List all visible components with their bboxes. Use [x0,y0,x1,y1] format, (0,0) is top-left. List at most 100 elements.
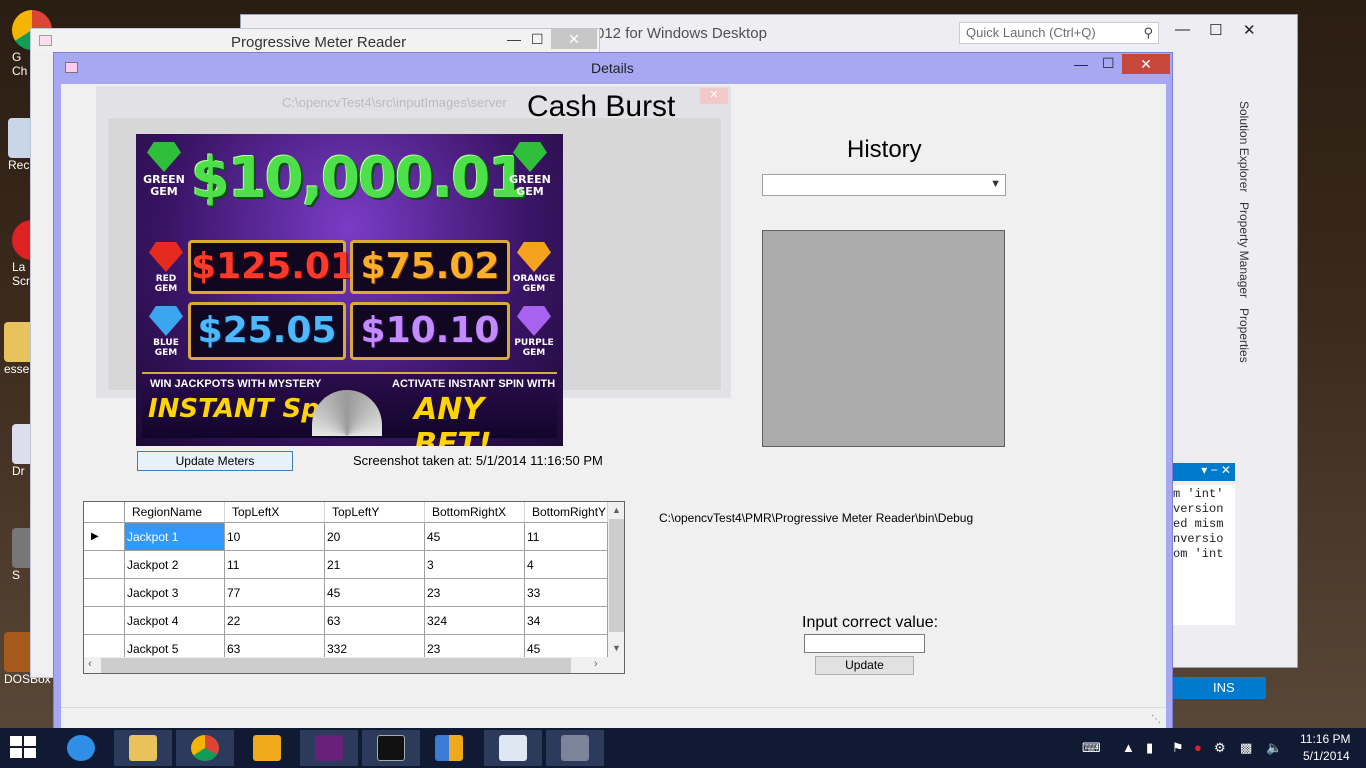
column-header[interactable]: BottomRightX [425,502,525,523]
maximize-icon[interactable]: ☐ [531,31,544,48]
app-icon [39,35,52,46]
scroll-up-icon[interactable]: ▲ [612,505,621,515]
windows-logo-icon [10,736,22,746]
gear-icon[interactable]: ⚙ [1214,740,1226,756]
history-dropdown[interactable]: ▼ [762,174,1006,196]
table-cell[interactable]: 23 [425,579,525,607]
row-header[interactable] [84,579,125,607]
start-button[interactable] [10,736,38,760]
close-icon: ✕ [700,88,728,104]
table-row[interactable]: Jackpot 2 11 21 3 4 [84,551,608,579]
pmr-titlebar: Progressive Meter Reader — ☐ ✕ [31,29,599,53]
close-button[interactable]: ✕ [551,29,597,49]
update-button[interactable]: Update [815,656,914,675]
search-icon[interactable]: ⚲ [1143,25,1153,41]
resize-grip-icon[interactable]: ⋱ [1151,714,1161,725]
taskbar-file-explorer[interactable] [114,730,172,766]
file-explorer-icon [129,735,157,761]
power-icon[interactable]: ▮ [1146,740,1153,756]
table-cell[interactable]: 33 [525,579,608,607]
scrollbar-thumb[interactable] [609,519,624,632]
app-icon [65,62,78,73]
taskbar-window[interactable] [546,730,604,766]
taskbar-document[interactable] [484,730,542,766]
column-header[interactable]: TopLeftY [325,502,425,523]
clock-date[interactable]: 5/1/2014 [1303,749,1350,763]
close-button[interactable]: ✕ [1122,54,1170,74]
table-cell[interactable]: 21 [325,551,425,579]
green-gem-icon [147,142,181,172]
column-header[interactable]: RegionName [125,502,225,523]
table-cell[interactable]: 63 [325,607,425,635]
scroll-down-icon[interactable]: ▼ [612,643,621,653]
taskbar-control-panel[interactable] [420,730,478,766]
minimize-icon[interactable]: — [1175,21,1190,38]
minimize-icon[interactable]: — [1074,56,1088,72]
vs-status-ins: INS [1173,677,1266,699]
internet-explorer-icon [67,735,95,761]
jackpot-purple-meter: $10.10 [350,302,510,360]
table-cell[interactable]: Jackpot 3 [125,579,225,607]
tab-solution-explorer[interactable]: Solution Explorer [1237,101,1251,192]
table-cell[interactable]: 45 [425,523,525,551]
pmr-title: Progressive Meter Reader [231,34,407,51]
update-meters-button[interactable]: Update Meters [137,451,293,471]
scroll-right-icon[interactable]: › [594,658,598,670]
window-icon [561,735,589,761]
table-cell[interactable]: 45 [325,579,425,607]
table-cell[interactable]: 10 [225,523,325,551]
column-header[interactable]: BottomRightY [525,502,608,523]
region-grid[interactable]: RegionName TopLeftX TopLeftY BottomRight… [83,501,625,674]
keyboard-icon[interactable]: ⌨ [1082,740,1101,756]
correct-value-input[interactable] [804,634,925,653]
maximize-icon[interactable]: ☐ [1102,55,1115,72]
table-cell[interactable]: 34 [525,607,608,635]
table-cell[interactable]: 77 [225,579,325,607]
scrollbar-thumb[interactable] [101,658,571,673]
jackpot-orange-meter: $75.02 [350,240,510,294]
row-header[interactable] [84,607,125,635]
quick-launch-input[interactable]: Quick Launch (Ctrl+Q) ⚲ [959,22,1159,44]
table-row[interactable]: Jackpot 4 22 63 324 34 [84,607,608,635]
table-row[interactable]: Jackpot 3 77 45 23 33 [84,579,608,607]
table-cell[interactable]: Jackpot 1 [125,523,225,551]
tab-properties[interactable]: Properties [1237,308,1251,363]
control-panel-icon [435,735,463,761]
table-cell[interactable]: Jackpot 4 [125,607,225,635]
taskbar-winamp[interactable] [238,730,296,766]
grid-corner-header[interactable] [84,502,125,523]
table-cell[interactable]: 324 [425,607,525,635]
table-cell[interactable]: 11 [225,551,325,579]
table-cell[interactable]: 20 [325,523,425,551]
taskbar-internet-explorer[interactable] [52,730,110,766]
vertical-scrollbar[interactable]: ▲ ▼ [608,502,624,657]
app-tray-icon[interactable]: ● [1194,740,1202,755]
chevron-up-icon[interactable]: ▲ [1122,740,1135,755]
tab-property-manager[interactable]: Property Manager [1237,202,1251,298]
scroll-left-icon[interactable]: ‹ [88,658,92,670]
maximize-icon[interactable]: ☐ [1209,21,1222,39]
quick-launch-placeholder: Quick Launch (Ctrl+Q) [966,25,1096,40]
table-cell[interactable]: 4 [525,551,608,579]
horizontal-scrollbar[interactable]: ‹ › [84,657,608,673]
flag-icon[interactable]: ⚑ [1172,740,1184,756]
table-cell[interactable]: 3 [425,551,525,579]
taskbar-chrome[interactable] [176,730,234,766]
taskbar-visual-studio[interactable] [300,730,358,766]
visual-studio-icon [315,735,343,761]
table-cell[interactable]: 11 [525,523,608,551]
windows-logo-icon [10,748,22,758]
clock-time[interactable]: 11:16 PM [1300,732,1350,746]
table-row[interactable]: ▶ Jackpot 1 10 20 45 11 [84,523,608,551]
column-header[interactable]: TopLeftX [225,502,325,523]
row-header[interactable]: ▶ [84,523,125,551]
chevron-down-icon[interactable]: ▼ [990,178,1001,190]
close-icon[interactable]: ✕ [1243,21,1256,39]
volume-icon[interactable]: 🔈 [1266,740,1282,756]
network-icon[interactable]: ▩ [1240,740,1252,756]
table-cell[interactable]: 22 [225,607,325,635]
table-cell[interactable]: Jackpot 2 [125,551,225,579]
minimize-icon[interactable]: — [507,31,521,47]
taskbar-command-prompt[interactable] [362,730,420,766]
row-header[interactable] [84,551,125,579]
